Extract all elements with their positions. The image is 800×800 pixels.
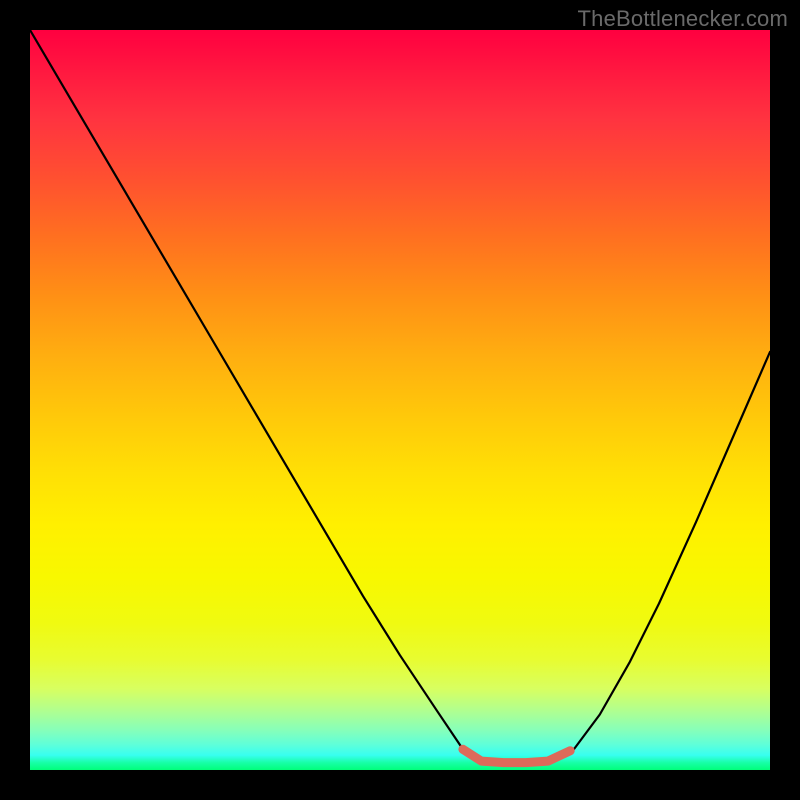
valley-marker-path	[463, 749, 570, 762]
bottleneck-curve-path	[30, 30, 770, 763]
chart-container: TheBottleneсker.com	[0, 0, 800, 800]
watermark-text: TheBottleneсker.com	[578, 6, 788, 32]
chart-svg	[30, 30, 770, 770]
plot-area	[30, 30, 770, 770]
